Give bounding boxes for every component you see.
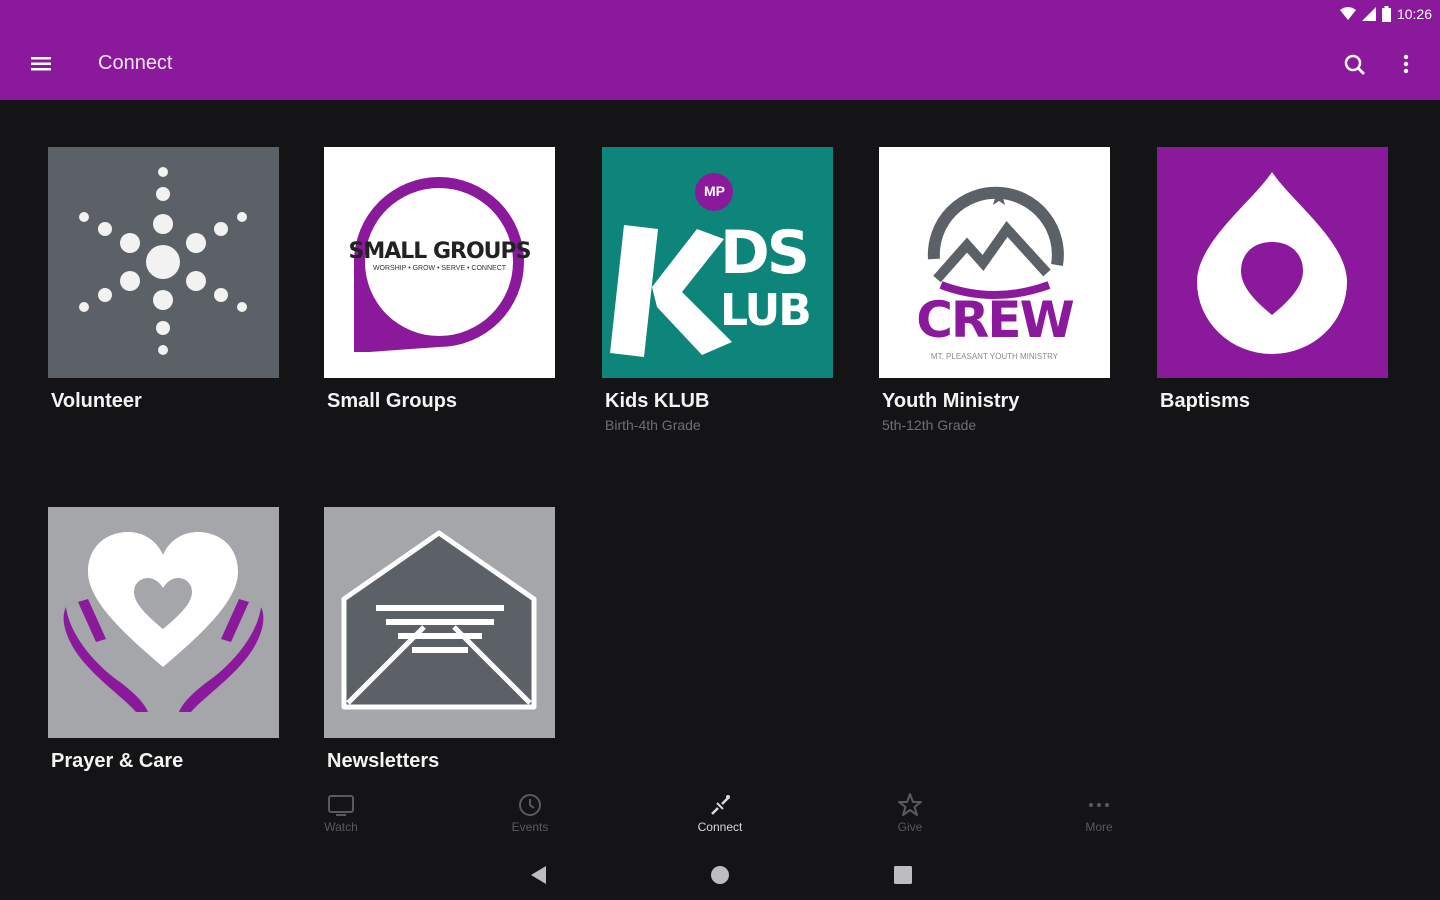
small-groups-thumbnail: SMALL GROUPS WORSHIP • GROW • SERVE • CO… — [324, 147, 555, 378]
search-icon — [1344, 54, 1365, 75]
status-time: 10:26 — [1396, 6, 1432, 22]
prayer-care-thumbnail — [48, 507, 279, 738]
page-title: Connect — [98, 52, 173, 74]
home-circle-icon — [711, 866, 729, 884]
connect-icon — [711, 795, 730, 815]
nav-label: Events — [511, 820, 549, 834]
nav-label: Connect — [697, 820, 743, 834]
tile-volunteer[interactable]: Volunteer — [48, 147, 279, 413]
clock-icon — [519, 794, 541, 816]
menu-button[interactable] — [24, 48, 58, 80]
overflow-menu-button[interactable] — [1394, 48, 1418, 80]
crew-logo-text: CREW — [916, 291, 1075, 349]
heart-hands-icon — [63, 532, 264, 712]
small-groups-logo-tagline: WORSHIP • GROW • SERVE • CONNECT — [372, 265, 507, 272]
tile-small-groups[interactable]: SMALL GROUPS WORSHIP • GROW • SERVE • CO… — [324, 147, 555, 413]
small-groups-logo-text: SMALL GROUPS — [348, 239, 532, 264]
more-vertical-icon — [1403, 54, 1409, 74]
tv-icon — [328, 795, 354, 816]
tile-label: Newsletters — [327, 750, 440, 772]
tile-label: Prayer & Care — [51, 750, 184, 772]
signal-icon — [1361, 7, 1376, 21]
tile-kids-klub[interactable]: MP DS LUB Kids KLUB Birth-4th Grade — [602, 147, 833, 433]
newsletters-thumbnail — [324, 507, 555, 738]
youth-ministry-thumbnail: CREW MT. PLEASANT YOUTH MINISTRY — [879, 147, 1110, 378]
tile-subtitle: 5th-12th Grade — [882, 417, 977, 433]
volunteer-starburst-icon — [79, 167, 247, 355]
kids-klub-badge: MP — [704, 183, 725, 199]
system-recents-button[interactable] — [888, 862, 918, 888]
tile-subtitle: Birth-4th Grade — [605, 417, 701, 433]
tile-baptisms[interactable]: Baptisms — [1157, 147, 1388, 413]
nav-label: Watch — [324, 820, 358, 834]
nav-item-watch[interactable]: Watch — [296, 792, 386, 842]
star-icon — [898, 793, 922, 816]
nav-item-events[interactable]: Events — [485, 792, 575, 842]
tile-label: Youth Ministry — [882, 390, 1020, 412]
kids-klub-logo-text-top: DS — [720, 218, 810, 288]
more-horizontal-icon — [1089, 803, 1109, 807]
volunteer-thumbnail — [48, 147, 279, 378]
nav-item-give[interactable]: Give — [865, 792, 955, 842]
status-bar: 10:26 — [0, 0, 1440, 28]
nav-label: Give — [897, 820, 923, 834]
system-back-button[interactable] — [524, 862, 554, 888]
search-button[interactable] — [1336, 48, 1372, 80]
recents-square-icon — [894, 866, 912, 884]
tile-label: Baptisms — [1160, 390, 1251, 412]
system-navigation-bar — [0, 852, 1440, 900]
back-triangle-icon — [531, 866, 546, 884]
water-drop-icon — [1197, 172, 1347, 354]
tile-prayer-care[interactable]: Prayer & Care — [48, 507, 279, 773]
open-envelope-icon — [341, 530, 537, 710]
kids-klub-thumbnail: MP DS LUB — [602, 147, 833, 378]
hamburger-menu-icon — [31, 57, 51, 71]
nav-item-more[interactable]: More — [1054, 792, 1144, 842]
crew-logo-tagline: MT. PLEASANT YOUTH MINISTRY — [930, 352, 1059, 361]
tile-newsletters[interactable]: Newsletters — [324, 507, 555, 773]
bottom-navigation: Watch Events Connect Give More — [0, 786, 1440, 842]
tile-youth-ministry[interactable]: CREW MT. PLEASANT YOUTH MINISTRY Youth M… — [879, 147, 1110, 433]
nav-item-connect[interactable]: Connect — [675, 792, 765, 842]
wifi-icon — [1339, 7, 1356, 20]
tile-label: Kids KLUB — [605, 390, 710, 412]
baptisms-thumbnail — [1157, 147, 1388, 378]
tile-label: Small Groups — [327, 390, 458, 412]
kids-klub-logo-text-bottom: LUB — [720, 285, 812, 336]
system-home-button[interactable] — [705, 862, 735, 888]
battery-icon — [1381, 6, 1391, 22]
nav-label: More — [1085, 820, 1113, 834]
app-bar: Connect — [0, 28, 1440, 100]
tile-label: Volunteer — [51, 390, 142, 412]
